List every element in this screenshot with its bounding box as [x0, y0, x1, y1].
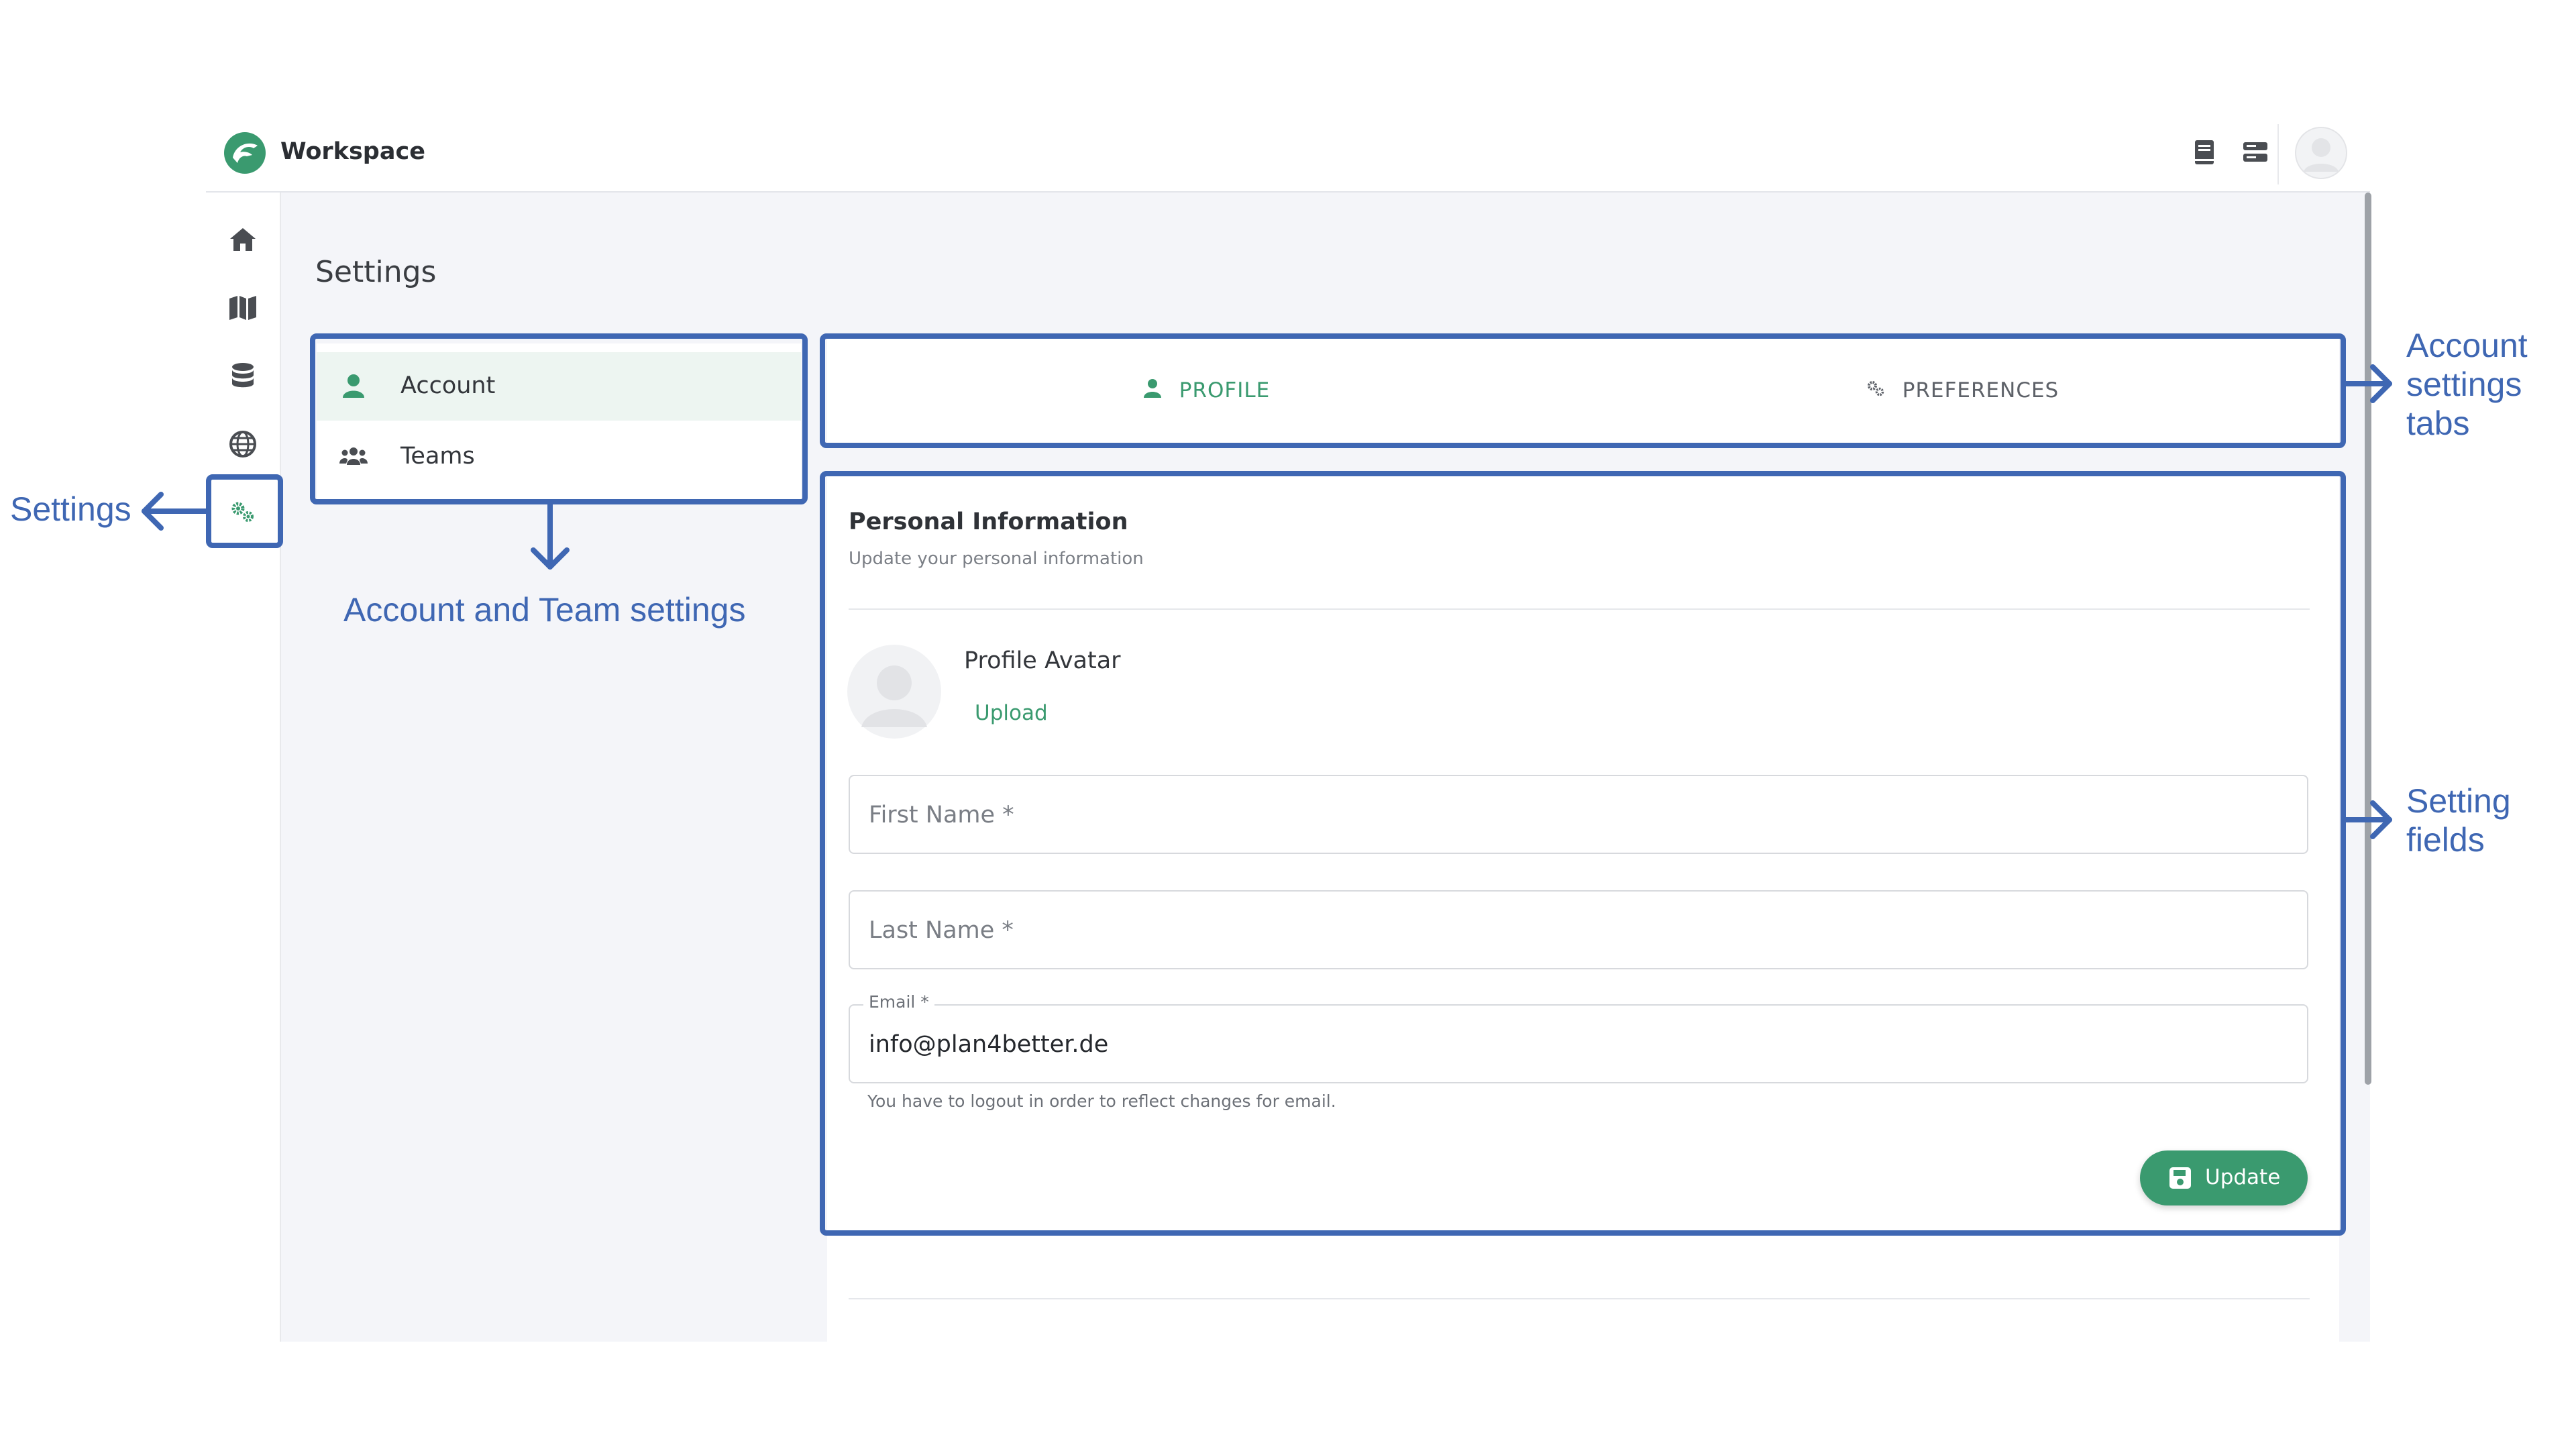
- top-bar: [206, 117, 2370, 193]
- page-title: Settings: [315, 255, 437, 289]
- home-icon[interactable]: [226, 223, 260, 256]
- map-icon[interactable]: [226, 290, 260, 324]
- annotation-fields-line-2: fields: [2406, 821, 2485, 859]
- section-divider: [849, 1298, 2310, 1299]
- annotation-box-settings-menu: [310, 333, 808, 504]
- workspace-logo-icon[interactable]: [223, 131, 267, 175]
- user-avatar[interactable]: [2294, 126, 2348, 180]
- annotation-tabs-line-2: settings: [2406, 366, 2522, 403]
- annotation-box-fields: [820, 471, 2346, 1236]
- annotation-tabs-line-3: tabs: [2406, 405, 2470, 442]
- annotation-account-team: Account and Team settings: [343, 591, 746, 629]
- annotation-box-settings: [206, 474, 283, 548]
- server-icon[interactable]: [2239, 136, 2271, 168]
- globe-icon[interactable]: [226, 427, 260, 461]
- annotation-box-tabs: [820, 333, 2346, 448]
- topbar-divider: [2277, 124, 2279, 184]
- annotation-tabs-line-1: Account: [2406, 327, 2528, 364]
- scrollbar[interactable]: [2365, 193, 2371, 1085]
- database-icon[interactable]: [226, 359, 260, 392]
- workspace-title: Workspace: [280, 138, 425, 165]
- book-icon[interactable]: [2188, 136, 2220, 168]
- annotation-fields-line-1: Setting: [2406, 782, 2511, 820]
- annotation-settings: Settings: [10, 490, 131, 528]
